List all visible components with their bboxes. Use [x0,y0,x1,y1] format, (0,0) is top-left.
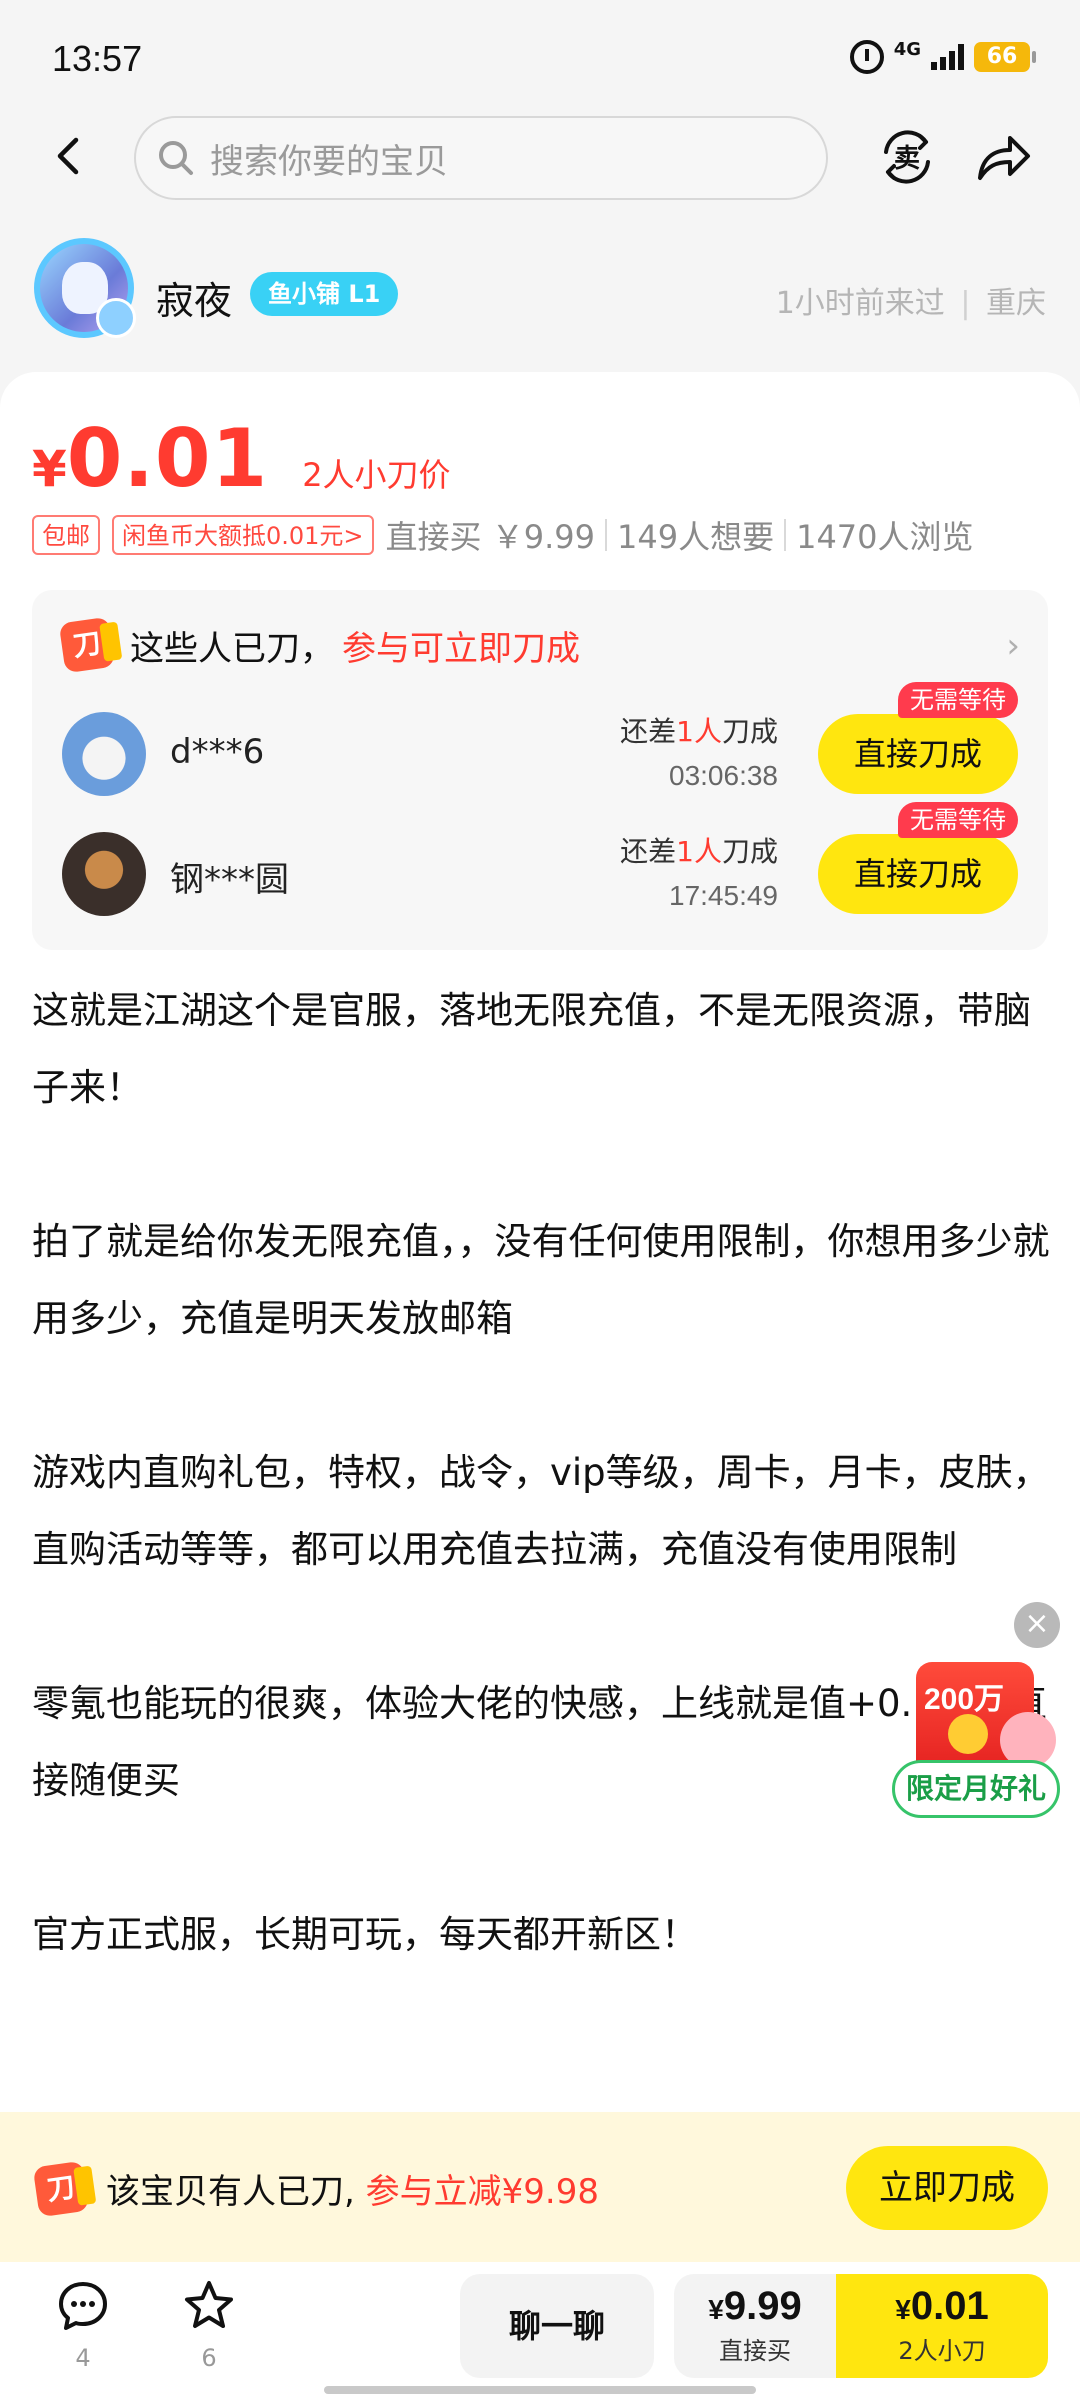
bargain-row: d***6 还差1人刀成 03:06:38 直接刀成 无需等待 [62,682,1018,804]
sell-label: 卖 [894,144,920,174]
close-icon[interactable]: × [1014,1602,1060,1648]
bargain-title: 这些人已刀， [130,628,334,669]
free-shipping-tag: 包邮 [32,515,100,555]
direct-price: 9.99 [723,2284,802,2328]
item-card: ¥ 0.01 2人小刀价 包邮 闲鱼币大额抵0.01元> 直接买 ￥9.99 1… [0,372,1080,2400]
banner-message: 该宝贝有人已刀, [106,2172,366,2212]
bargain-title-highlight: 参与可立即刀成 [342,628,580,669]
status-count: 1人 [676,715,722,748]
price-value: 0.01 [66,412,269,505]
cut-price: 0.01 [910,2284,989,2328]
countdown: 17:45:49 [669,880,778,911]
bargain-status: 还差1人刀成 03:06:38 [620,710,778,792]
seller-row[interactable]: 寂夜 鱼小铺 L1 1小时前来过 | 重庆 [0,228,1080,358]
favorites-count: 6 [201,2344,217,2372]
price-row: ¥ 0.01 2人小刀价 [32,412,451,505]
comment-icon [59,2282,107,2330]
coin-icon [948,1714,988,1754]
knife-icon: 刀 [58,616,116,674]
network-type: 4G [893,39,921,60]
user-name: 钢***圆 [170,860,289,900]
purchase-buttons: ¥9.99 直接买 ¥0.01 2人小刀 [674,2274,1048,2378]
direct-buy-button[interactable]: ¥9.99 直接买 [674,2274,836,2378]
seller-name[interactable]: 寂夜 [156,270,232,325]
bargain-status: 还差1人刀成 17:45:49 [620,830,778,912]
cut-now-button[interactable]: 立即刀成 [846,2146,1048,2230]
direct-cut-button[interactable]: 直接刀成 [818,714,1018,794]
coin-discount-tag[interactable]: 闲鱼币大额抵0.01元> [112,515,374,555]
bargain-banner: 刀 该宝贝有人已刀, 参与立减¥9.98 立即刀成 [0,2112,1080,2262]
bargain-row: 钢***圆 还差1人刀成 17:45:49 直接刀成 无需等待 [62,802,1018,924]
search-icon [159,141,193,175]
divider [784,519,787,551]
countdown: 03:06:38 [669,760,778,791]
search-placeholder: 搜索你要的宝贝 [210,141,448,182]
back-icon[interactable] [48,134,92,178]
price-currency: ¥ [32,440,67,498]
price-symbol: ¥ [708,2294,724,2325]
tags-row: 包邮 闲鱼币大额抵0.01元> 直接买 ￥9.99 149人想要 1470人浏览 [32,512,974,558]
bargain-box: 刀 这些人已刀， 参与可立即刀成 › d***6 还差1人刀成 03:06:38… [32,590,1048,950]
bottom-bar: 4 6 聊一聊 ¥9.99 直接买 ¥0.01 2人小刀 [0,2262,1080,2400]
price-note: 2人小刀价 [302,456,451,494]
battery-icon: 66 [974,42,1036,72]
signal-icon [931,44,964,70]
knife-icon: 刀 [32,2160,90,2218]
status-prefix: 还差 [620,715,677,748]
direct-buy-price: 直接买 ￥9.99 [385,518,595,556]
seller-meta: 1小时前来过 | 重庆 [776,278,1046,322]
no-wait-badge: 无需等待 [898,802,1018,838]
seller-location: 重庆 [986,286,1046,321]
user-name: d***6 [170,732,265,772]
promo-label[interactable]: 限定月好礼 [892,1760,1060,1818]
top-nav: 搜索你要的宝贝 卖 [0,112,1080,202]
comment-button[interactable]: 4 [38,2278,128,2372]
status-time: 13:57 [52,38,143,79]
share-icon[interactable] [972,126,1034,188]
status-prefix: 还差 [620,835,677,868]
status-icons: 4G 66 [849,39,1036,74]
status-count: 1人 [676,835,722,868]
promo-widget[interactable]: × 200万 限定月好礼 [892,1602,1062,1832]
seller-avatar[interactable] [34,238,136,338]
last-seen: 1小时前来过 [775,286,945,321]
favorite-button[interactable]: 6 [164,2278,254,2372]
divider [604,519,607,551]
search-input[interactable]: 搜索你要的宝贝 [134,116,828,200]
alarm-icon [849,40,884,74]
status-suffix: 刀成 [721,835,778,868]
banner-text: 该宝贝有人已刀, 参与立减¥9.98 [106,2164,599,2213]
status-bar: 13:57 4G 66 [0,0,1080,118]
banner-highlight: 参与立减¥9.98 [365,2172,599,2212]
bargain-header[interactable]: 刀 这些人已刀， 参与可立即刀成 [58,616,580,674]
shop-level-badge[interactable]: 鱼小铺 L1 [250,272,399,316]
status-suffix: 刀成 [721,715,778,748]
promo-amount: 200万 [924,1683,1005,1716]
views-count: 1470人浏览 [796,518,974,556]
bargain-buy-button[interactable]: ¥0.01 2人小刀 [836,2274,1048,2378]
divider: | [960,286,971,321]
direct-cut-button[interactable]: 直接刀成 [818,834,1018,914]
user-avatar[interactable] [62,712,146,796]
user-avatar[interactable] [62,832,146,916]
no-wait-badge: 无需等待 [898,682,1018,718]
chevron-right-icon[interactable]: › [1006,626,1020,666]
comments-count: 4 [75,2344,91,2372]
price-symbol: ¥ [895,2294,911,2325]
cut-label: 2人小刀 [898,2337,986,2365]
home-indicator[interactable] [324,2386,756,2394]
star-icon [185,2281,233,2328]
avatar-badge-icon [96,298,136,338]
chat-button[interactable]: 聊一聊 [460,2274,654,2378]
direct-buy-label: 直接买 [719,2337,791,2365]
wants-count: 149人想要 [616,518,775,556]
sell-icon[interactable]: 卖 [876,126,938,188]
